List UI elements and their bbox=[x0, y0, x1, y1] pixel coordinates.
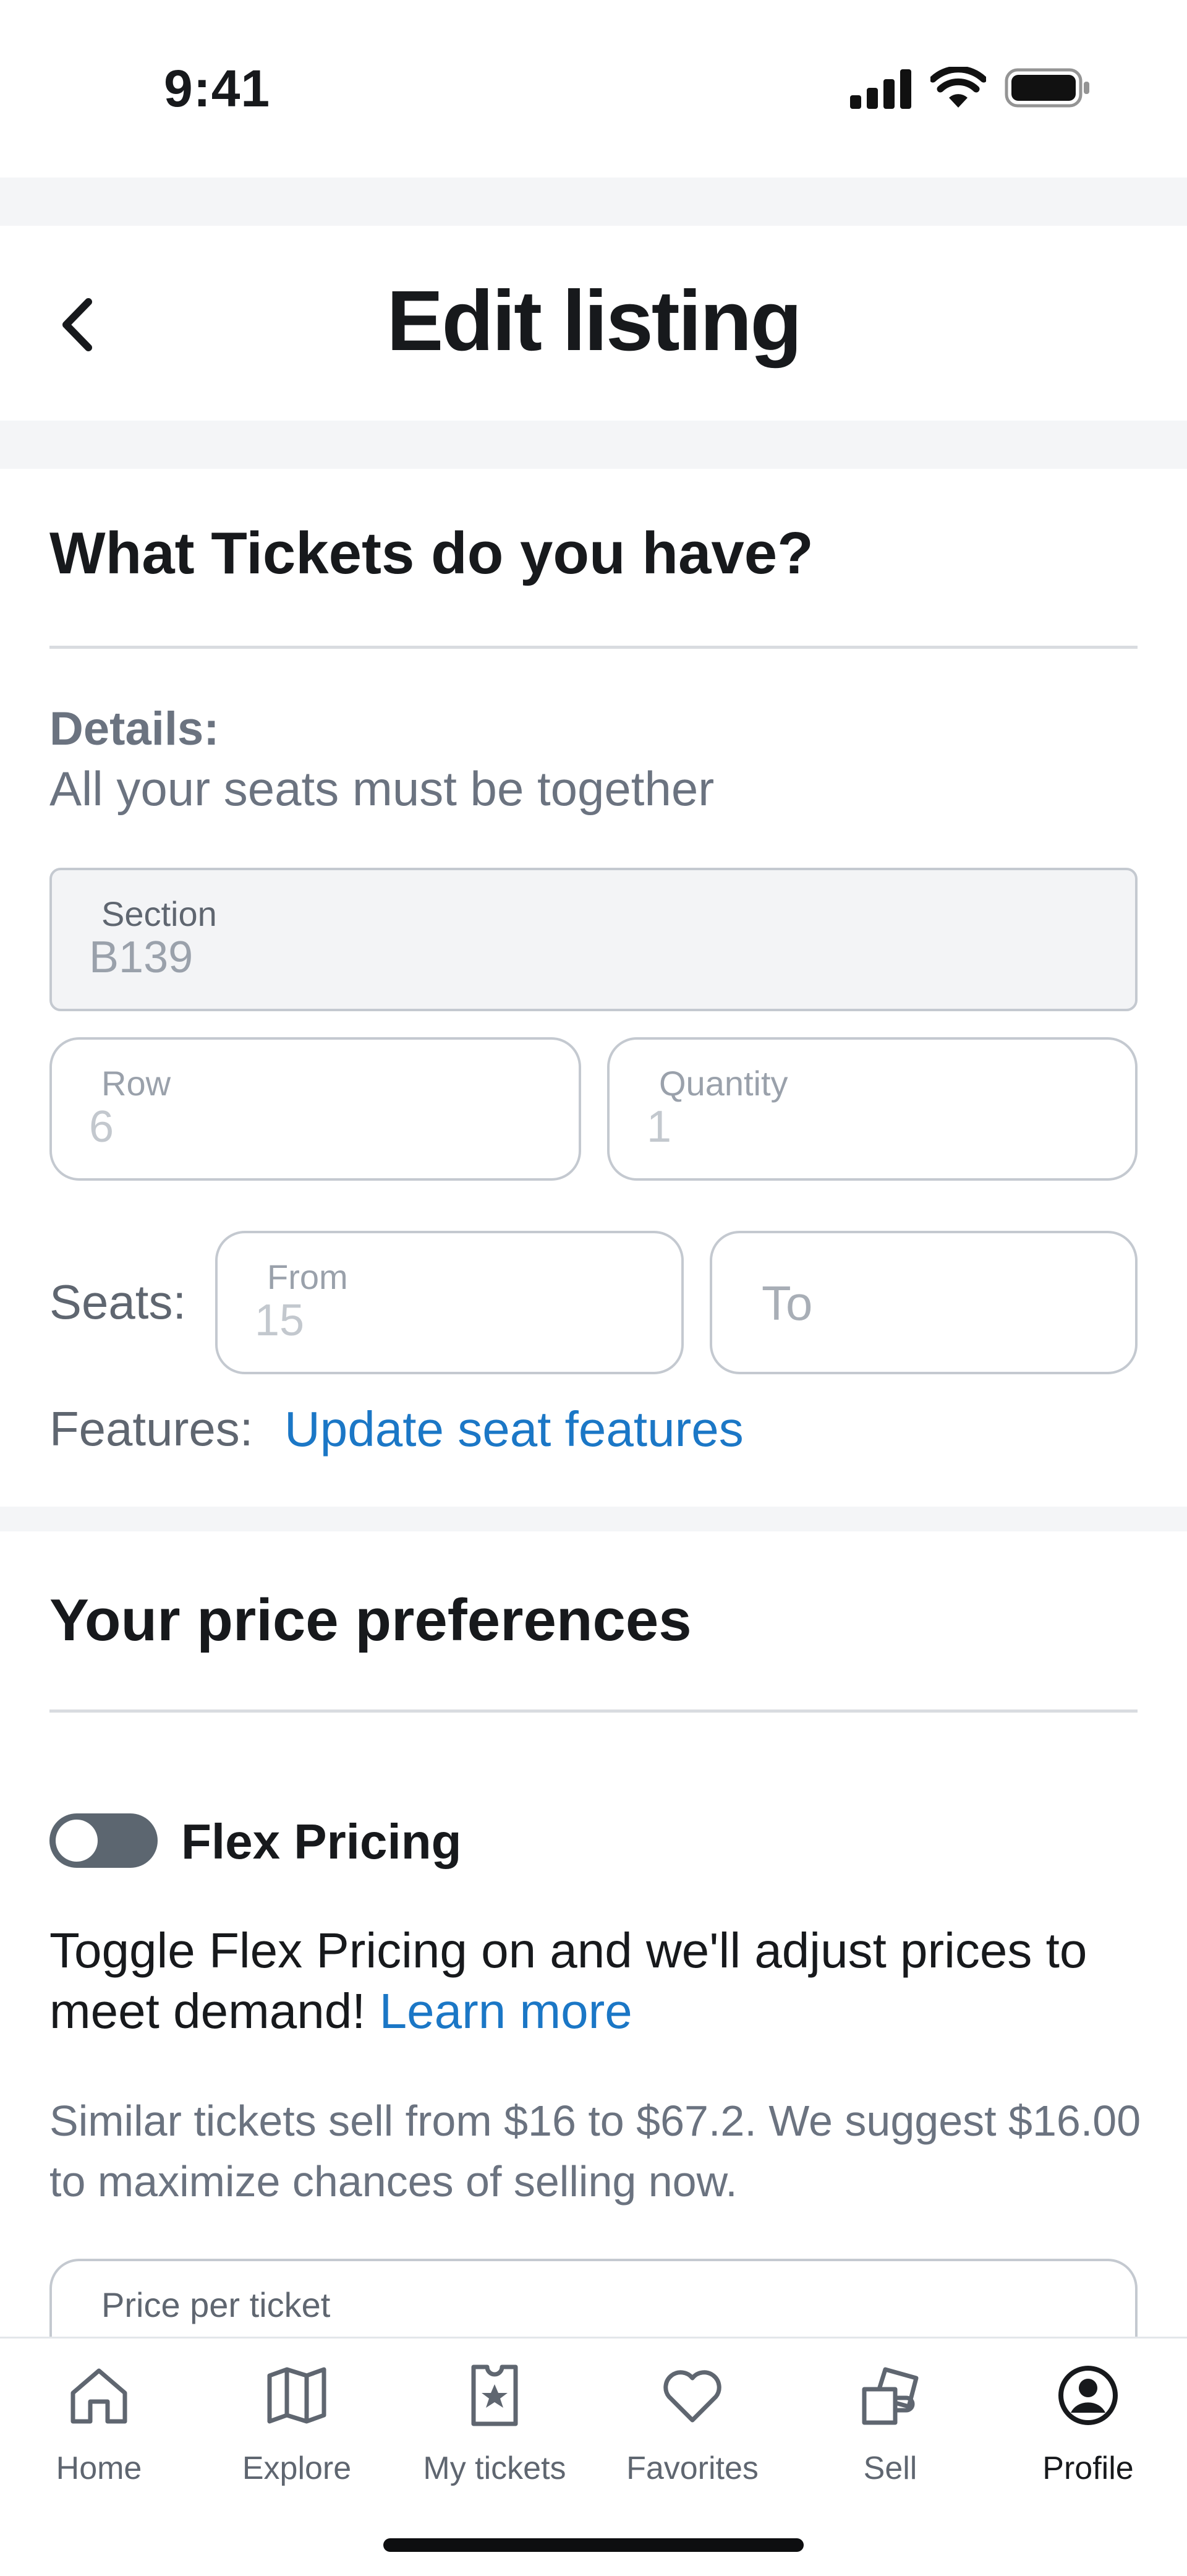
home-indicator bbox=[383, 2538, 804, 2552]
divider bbox=[49, 1709, 1138, 1713]
features-label: Features: bbox=[49, 1401, 253, 1456]
tab-my-tickets[interactable]: My tickets bbox=[396, 2339, 594, 2518]
profile-icon bbox=[1058, 2366, 1118, 2425]
flex-pricing-label: Flex Pricing bbox=[181, 1814, 462, 1869]
tab-label: Sell bbox=[863, 2450, 917, 2486]
sell-ticket-icon bbox=[862, 2367, 919, 2425]
ticket-star-icon bbox=[471, 2364, 518, 2426]
tab-label: Explore bbox=[242, 2450, 352, 2486]
row-field[interactable]: Row 6 bbox=[49, 1037, 581, 1181]
seat-to-placeholder: To bbox=[762, 1276, 813, 1330]
tab-home[interactable]: Home bbox=[0, 2339, 198, 2518]
section-field-label: Section bbox=[101, 894, 217, 933]
details-subtitle: All your seats must be together bbox=[49, 761, 715, 816]
price-field-label: Price per ticket bbox=[101, 2285, 331, 2324]
section-field: Section B139 bbox=[49, 868, 1138, 1011]
tab-label: My tickets bbox=[423, 2450, 566, 2486]
tab-label: Favorites bbox=[626, 2450, 759, 2486]
tab-label: Home bbox=[56, 2450, 142, 2486]
row-field-value: 6 bbox=[89, 1102, 114, 1152]
toggle-knob bbox=[56, 1820, 98, 1862]
signal-icon bbox=[850, 69, 911, 109]
seats-label: Seats: bbox=[49, 1275, 187, 1329]
seat-from-value: 15 bbox=[255, 1296, 305, 1345]
tickets-heading: What Tickets do you have? bbox=[49, 520, 814, 586]
battery-icon bbox=[1005, 68, 1089, 108]
divider bbox=[49, 646, 1138, 649]
flex-pricing-toggle[interactable] bbox=[49, 1813, 158, 1868]
seat-from-field[interactable]: From 15 bbox=[215, 1231, 684, 1374]
page-title: Edit listing bbox=[386, 273, 802, 369]
seat-from-label: From bbox=[267, 1257, 348, 1296]
tab-label: Profile bbox=[1042, 2450, 1134, 2486]
quantity-field[interactable]: Quantity 1 bbox=[607, 1037, 1138, 1181]
tab-sell[interactable]: Sell bbox=[791, 2339, 989, 2518]
seat-to-field[interactable]: To bbox=[710, 1231, 1138, 1374]
section-gap bbox=[0, 1507, 1187, 1531]
price-heading: Your price preferences bbox=[49, 1587, 692, 1653]
section-field-value: B139 bbox=[89, 933, 194, 982]
quantity-field-label: Quantity bbox=[659, 1064, 788, 1103]
heart-icon bbox=[663, 2370, 721, 2423]
section-gap bbox=[0, 178, 1187, 226]
home-icon bbox=[70, 2368, 127, 2424]
details-label: Details: bbox=[49, 703, 219, 755]
price-suggestion: Similar tickets sell from $16 to $67.2. … bbox=[49, 2097, 1141, 2206]
quantity-field-value: 1 bbox=[647, 1102, 672, 1152]
section-gap bbox=[0, 421, 1187, 469]
map-icon bbox=[267, 2367, 326, 2424]
tab-profile[interactable]: Profile bbox=[989, 2339, 1187, 2518]
wifi-icon bbox=[930, 67, 986, 108]
update-seat-features-link[interactable]: Update seat features bbox=[284, 1401, 744, 1458]
row-field-label: Row bbox=[101, 1064, 171, 1103]
flex-pricing-description: Toggle Flex Pricing on and we'll adjust … bbox=[49, 1920, 1150, 2042]
learn-more-link[interactable]: Learn more bbox=[380, 1983, 632, 2039]
tab-explore[interactable]: Explore bbox=[198, 2339, 396, 2518]
status-time: 9:41 bbox=[164, 59, 271, 118]
tab-favorites[interactable]: Favorites bbox=[594, 2339, 791, 2518]
